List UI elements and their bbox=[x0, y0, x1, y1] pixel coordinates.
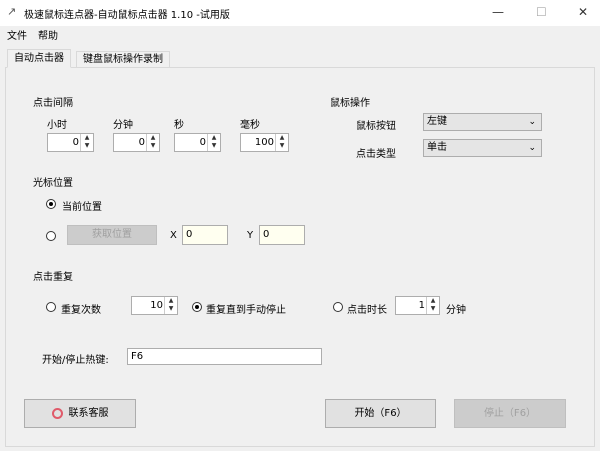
y-input[interactable]: 0 bbox=[259, 225, 305, 245]
support-label: 联系客服 bbox=[68, 408, 109, 419]
start-button[interactable]: 开始（F6） bbox=[325, 399, 436, 428]
ms-stepper[interactable]: 100 ▲ ▼ bbox=[240, 133, 289, 152]
minutes-label: 分钟 bbox=[113, 120, 133, 131]
repeat-count-label: 重复次数 bbox=[61, 305, 101, 316]
interval-title: 点击间隔 bbox=[33, 98, 73, 109]
mouse-button-select[interactable]: 左键 ⌄ bbox=[423, 113, 542, 131]
click-type-select[interactable]: 单击 ⌄ bbox=[423, 139, 542, 157]
repeat-until-stop-radio[interactable] bbox=[192, 302, 202, 312]
mouse-title: 鼠标操作 bbox=[330, 98, 370, 109]
hours-label: 小时 bbox=[47, 120, 67, 131]
menu-help[interactable]: 帮助 bbox=[38, 27, 58, 42]
hotkey-input[interactable]: F6 bbox=[127, 348, 322, 365]
close-button[interactable]: ✕ bbox=[578, 5, 588, 19]
duration-unit: 分钟 bbox=[446, 305, 466, 316]
ms-label: 毫秒 bbox=[240, 120, 260, 131]
seconds-stepper[interactable]: 0 ▲ ▼ bbox=[174, 133, 221, 152]
current-position-radio[interactable] bbox=[46, 199, 56, 209]
title-bar: ↗ 极速鼠标连点器-自动鼠标点击器 1.10 -试用版 — ☐ ✕ bbox=[0, 0, 600, 26]
chevron-down-icon: ⌄ bbox=[528, 143, 536, 153]
mouse-button-label: 鼠标按钮 bbox=[356, 121, 396, 132]
support-icon bbox=[51, 407, 63, 419]
cursor-title: 光标位置 bbox=[33, 178, 73, 189]
stop-button[interactable]: 停止（F6） bbox=[454, 399, 566, 428]
tab-recorder[interactable]: 键盘鼠标操作录制 bbox=[76, 51, 170, 68]
window-title: 极速鼠标连点器-自动鼠标点击器 1.10 -试用版 bbox=[24, 10, 230, 21]
duration-label: 点击时长 bbox=[347, 305, 387, 316]
x-input[interactable]: 0 bbox=[182, 225, 228, 245]
chevron-down-icon: ⌄ bbox=[528, 117, 536, 127]
contact-support-button[interactable]: 联系客服 bbox=[24, 399, 136, 428]
repeat-title: 点击重复 bbox=[33, 272, 73, 283]
tab-auto-clicker[interactable]: 自动点击器 bbox=[7, 49, 71, 68]
duration-radio[interactable] bbox=[333, 302, 343, 312]
seconds-label: 秒 bbox=[174, 120, 184, 131]
menu-file[interactable]: 文件 bbox=[7, 27, 27, 42]
maximize-button[interactable]: ☐ bbox=[536, 5, 547, 19]
duration-stepper[interactable]: 1 ▲ ▼ bbox=[395, 296, 440, 315]
x-label: X bbox=[170, 230, 177, 241]
repeat-count-radio[interactable] bbox=[46, 302, 56, 312]
repeat-count-stepper[interactable]: 10 ▲ ▼ bbox=[131, 296, 178, 315]
app-icon: ↗ bbox=[7, 5, 17, 18]
custom-position-radio[interactable] bbox=[46, 231, 56, 241]
hours-stepper[interactable]: 0 ▲ ▼ bbox=[47, 133, 94, 152]
get-position-button[interactable]: 获取位置 bbox=[67, 225, 157, 245]
repeat-until-stop-label: 重复直到手动停止 bbox=[206, 305, 286, 316]
click-type-label: 点击类型 bbox=[356, 149, 396, 160]
minimize-button[interactable]: — bbox=[492, 5, 504, 19]
hotkey-label: 开始/停止热键: bbox=[42, 355, 109, 366]
y-label: Y bbox=[247, 230, 254, 241]
current-position-label: 当前位置 bbox=[62, 202, 102, 213]
minutes-stepper[interactable]: 0 ▲ ▼ bbox=[113, 133, 160, 152]
